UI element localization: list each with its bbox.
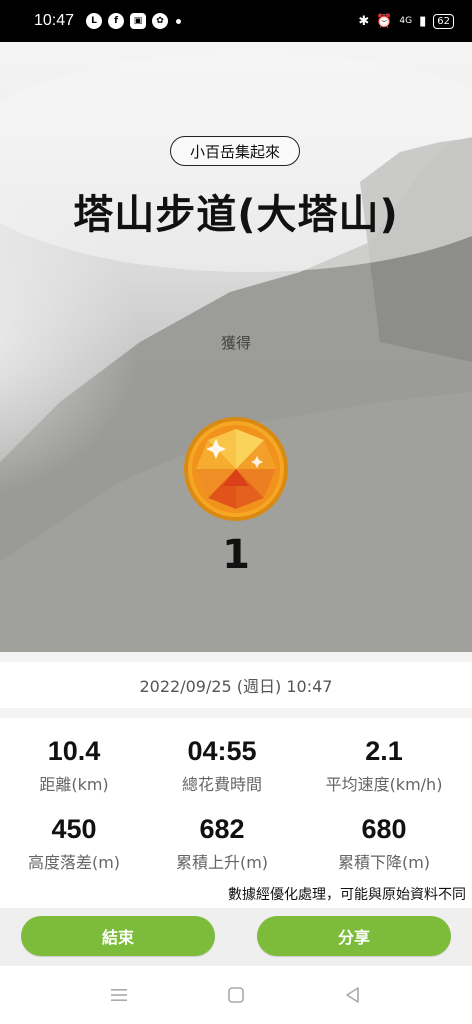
battery-icon: 62 bbox=[433, 13, 454, 29]
fan-icon: ✿ bbox=[152, 13, 169, 29]
home-icon[interactable] bbox=[216, 975, 256, 1015]
data-disclaimer: 數據經優化處理，可能與原始資料不同 bbox=[228, 887, 466, 903]
stat-label: 距離(km) bbox=[39, 775, 109, 794]
stat-value: 450 bbox=[51, 814, 97, 844]
record-datetime-row: 2022/09/25 (週日) 10:47 bbox=[0, 662, 472, 708]
line-icon: L bbox=[86, 13, 103, 29]
hero-banner: 小百岳集起來 塔山步道(大塔山) 獲得 1 bbox=[0, 42, 472, 652]
trail-title: 塔山步道(大塔山) bbox=[73, 192, 399, 238]
stat-value: 2.1 bbox=[365, 736, 403, 766]
app-icon: ▣ bbox=[130, 13, 147, 29]
stat-label: 高度落差(m) bbox=[27, 853, 121, 872]
end-button[interactable]: 結束 bbox=[21, 916, 215, 956]
stat-total-time: 04:55 總花費時間 bbox=[142, 736, 302, 795]
stat-total-ascent: 682 累積上升(m) bbox=[142, 814, 302, 873]
obtain-label: 獲得 bbox=[220, 334, 251, 352]
stats-panel: 10.4 距離(km) 04:55 總花費時間 2.1 平均速度(km/h) 4… bbox=[0, 718, 472, 908]
share-button[interactable]: 分享 bbox=[257, 916, 451, 956]
facebook-icon: f bbox=[108, 13, 125, 29]
stat-distance: 10.4 距離(km) bbox=[0, 736, 154, 795]
stat-average-speed: 2.1 平均速度(km/h) bbox=[304, 736, 464, 795]
action-bar: 結束 分享 bbox=[0, 908, 472, 966]
system-nav-bar bbox=[0, 966, 472, 1024]
gold-gem-medal-icon bbox=[184, 417, 288, 521]
stat-label: 總花費時間 bbox=[181, 775, 262, 794]
record-datetime: 2022/09/25 (週日) 10:47 bbox=[139, 677, 333, 696]
stat-value: 680 bbox=[361, 814, 407, 844]
bluetooth-icon: ✱ bbox=[358, 13, 370, 29]
stat-value: 10.4 bbox=[47, 736, 101, 766]
stat-value: 04:55 bbox=[187, 736, 257, 766]
recent-apps-icon[interactable] bbox=[99, 975, 139, 1015]
alarm-icon: ⏰ bbox=[376, 13, 393, 29]
medal-count: 1 bbox=[222, 532, 250, 578]
stat-label: 累積上升(m) bbox=[175, 853, 269, 872]
notification-dot-icon bbox=[176, 18, 182, 24]
status-bar: 10:47 L f ▣ ✿ ✱ ⏰ 4G ▮ 62 bbox=[0, 0, 472, 42]
collection-tag: 小百岳集起來 bbox=[170, 136, 300, 166]
stat-total-descent: 680 累積下降(m) bbox=[304, 814, 464, 873]
status-time: 10:47 bbox=[34, 12, 75, 29]
stat-value: 682 bbox=[199, 814, 245, 844]
stat-label: 平均速度(km/h) bbox=[325, 775, 443, 794]
signal-icon: ▮ bbox=[419, 13, 427, 29]
back-icon[interactable] bbox=[333, 975, 373, 1015]
stat-label: 累積下降(m) bbox=[337, 853, 431, 872]
stat-elevation-difference: 450 高度落差(m) bbox=[0, 814, 154, 873]
network-label: 4G bbox=[399, 16, 413, 26]
